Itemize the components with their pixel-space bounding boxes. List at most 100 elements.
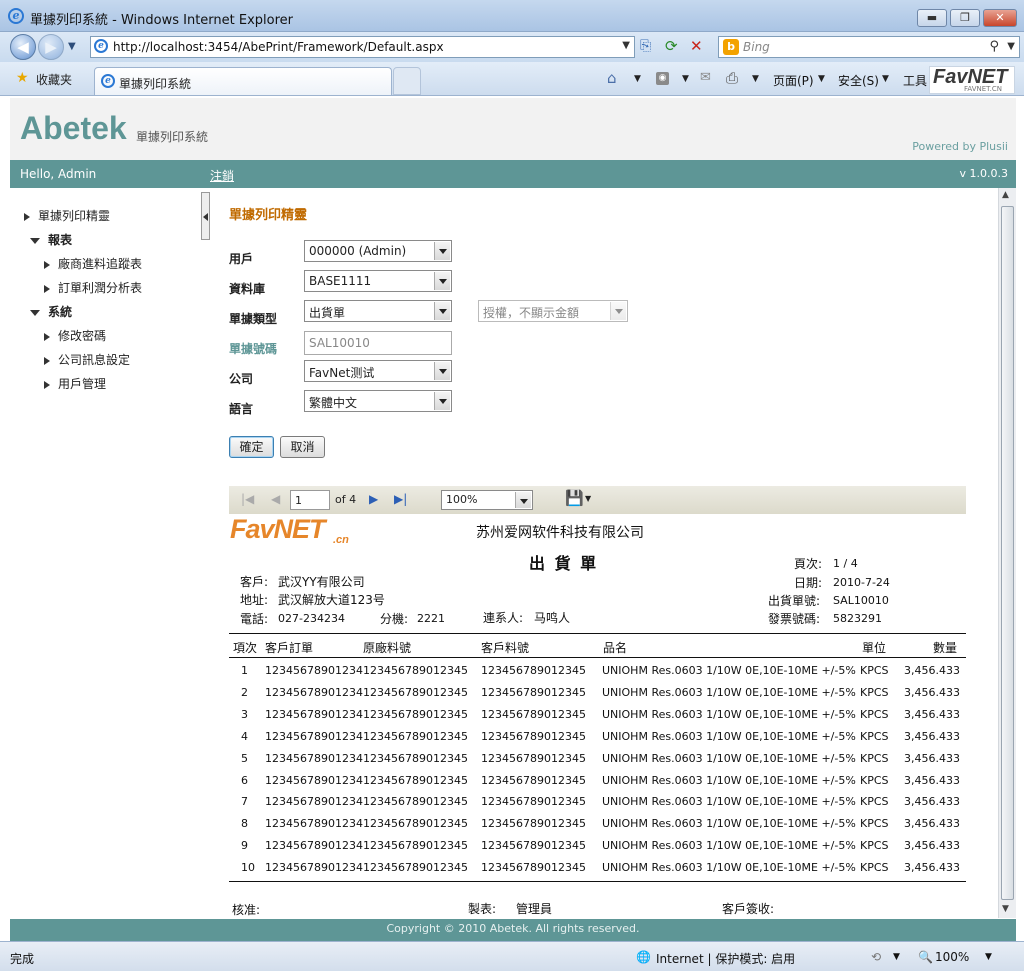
collapse-sidebar-icon	[203, 213, 208, 221]
table-cell: 12345678901234	[265, 839, 363, 853]
history-dropdown-icon[interactable]: ▼	[68, 41, 76, 52]
doc-type-select[interactable]: 出貨單	[304, 300, 452, 322]
export-dropdown-icon[interactable]: ▼	[585, 494, 591, 503]
sidebar-item-reports[interactable]: 報表	[30, 231, 72, 248]
sidebar-item-company-settings[interactable]: 公司訊息設定	[44, 351, 130, 368]
expand-icon	[44, 380, 50, 389]
table-cell: 5	[241, 751, 248, 765]
doc-number-input[interactable]: SAL10010	[304, 331, 452, 355]
page-title: 單據列印精靈	[229, 208, 308, 223]
table-cell: UNIOHM Res.0603 1/10W 0E,10E-10ME +/-5%	[602, 685, 856, 699]
prev-page-icon[interactable]: ◀	[271, 492, 280, 506]
page-menu-dropdown-icon[interactable]: ▼	[818, 74, 825, 84]
table-cell: 2	[241, 685, 248, 699]
ok-button[interactable]: 確定	[229, 436, 274, 458]
report-toolbar: |◀ ◀ 1 of 4 ▶ ▶| 100% 💾 ▼	[229, 486, 966, 514]
forward-icon[interactable]: ▶	[38, 34, 64, 60]
app-logo: Abetek	[20, 110, 127, 146]
page-scrollbar[interactable]: ▲ ▼	[998, 188, 1016, 918]
table-cell: 123456789012345	[481, 773, 586, 787]
table-cell: 10	[241, 861, 255, 875]
protected-mode-icon[interactable]: ⟲	[871, 950, 881, 964]
sidebar-item-vendor-tracking[interactable]: 廠商進料追蹤表	[44, 255, 142, 272]
zoom-select[interactable]: 100%	[441, 490, 533, 510]
scroll-thumb[interactable]	[1001, 206, 1014, 900]
address-input[interactable]: e http://localhost:3454/AbePrint/Framewo…	[90, 36, 635, 58]
col-header-product: 品名	[603, 641, 628, 655]
table-cell: KPCS	[860, 795, 889, 809]
favorites-button[interactable]: 收藏夹	[36, 71, 72, 88]
ship-no-label: 出貨單號:	[768, 594, 821, 608]
rss-dropdown-icon[interactable]: ▼	[682, 74, 689, 84]
globe-icon: 🌐	[636, 950, 651, 964]
table-cell: 12345678901234	[265, 729, 363, 743]
minimize-button[interactable]: ▬	[917, 9, 947, 27]
compat-view-icon[interactable]: ⎘	[640, 38, 651, 54]
star-icon: ★	[16, 70, 29, 86]
rss-icon[interactable]: ◉	[656, 72, 669, 85]
close-window-button[interactable]: ✕	[983, 9, 1017, 27]
protected-dropdown-icon[interactable]: ▼	[893, 952, 900, 962]
logout-link[interactable]: 注銷	[210, 167, 234, 184]
browser-tab[interactable]: e 單據列印系統	[94, 67, 392, 95]
refresh-icon[interactable]: ⟳	[665, 37, 678, 55]
database-select[interactable]: BASE1111	[304, 270, 452, 292]
company-label: 公司	[229, 372, 254, 386]
tools-menu[interactable]: 工具	[903, 72, 927, 89]
report-brand-logo: FavNET .cn	[230, 514, 349, 548]
table-cell: 12345678901234	[265, 817, 363, 831]
invoice-value: 5823291	[833, 612, 882, 625]
page-number-input[interactable]: 1	[290, 490, 330, 510]
auth-select[interactable]: 授權，不顯示金額	[478, 300, 628, 322]
user-strip: Hello, Admin 注銷 v 1.0.0.3	[10, 160, 1016, 188]
print-dropdown-icon[interactable]: ▼	[752, 74, 759, 84]
database-label: 資料庫	[229, 282, 266, 296]
table-cell: 12345678901234	[265, 664, 363, 677]
scroll-up-icon[interactable]: ▲	[1002, 190, 1009, 200]
maximize-button[interactable]: ❐	[950, 9, 980, 27]
report-brand-suffix: .cn	[333, 534, 349, 546]
table-cell: 3,456.433	[904, 751, 960, 765]
expand-icon	[44, 284, 50, 293]
search-input[interactable]: b Bing ⚲ ▼	[718, 36, 1020, 58]
sidebar-item-system[interactable]: 系統	[30, 303, 72, 320]
back-icon[interactable]: ◀	[10, 34, 36, 60]
last-page-icon[interactable]: ▶|	[394, 492, 407, 506]
new-tab-button[interactable]	[393, 67, 421, 95]
user-select[interactable]: 000000 (Admin)	[304, 240, 452, 262]
company-select[interactable]: FavNet测试	[304, 360, 452, 382]
security-zone[interactable]: Internet | 保护模式: 启用	[656, 950, 795, 967]
next-page-icon[interactable]: ▶	[369, 492, 378, 506]
mail-icon[interactable]: ✉	[700, 70, 711, 85]
home-dropdown-icon[interactable]: ▼	[634, 74, 641, 84]
first-page-icon[interactable]: |◀	[241, 492, 254, 506]
page-menu[interactable]: 页面(P)	[773, 72, 814, 89]
safety-menu[interactable]: 安全(S)	[838, 72, 879, 89]
window-titlebar: e 單據列印系統 - Windows Internet Explorer ▬ ❐…	[0, 0, 1024, 32]
report-company: 苏州爱网软件科技有限公司	[476, 525, 644, 541]
scroll-down-icon[interactable]: ▼	[1002, 904, 1009, 914]
search-dropdown-icon[interactable]: ▼	[1007, 41, 1015, 52]
sidebar-item-change-password[interactable]: 修改密碼	[44, 327, 106, 344]
stop-icon[interactable]: ✕	[690, 37, 703, 55]
search-icon[interactable]: ⚲	[989, 39, 999, 54]
print-icon[interactable]: ⎙	[726, 69, 738, 87]
sidebar-splitter[interactable]	[201, 192, 210, 240]
expand-icon	[44, 332, 50, 341]
address-dropdown-icon[interactable]: ▼	[622, 40, 630, 51]
sidebar-item-user-management[interactable]: 用戶管理	[44, 375, 106, 392]
language-select[interactable]: 繁體中文	[304, 390, 452, 412]
chevron-down-icon	[434, 302, 450, 320]
expand-icon	[24, 212, 30, 221]
sidebar-item-order-profit[interactable]: 訂單利潤分析表	[44, 279, 142, 296]
zoom-level[interactable]: 100%	[935, 950, 969, 964]
table-cell: 123456789012345	[481, 751, 586, 765]
sidebar-item-print-wizard[interactable]: 單據列印精靈	[24, 207, 110, 224]
page-label: 頁次:	[794, 557, 823, 571]
export-icon[interactable]: 💾	[565, 489, 584, 507]
safety-menu-dropdown-icon[interactable]: ▼	[882, 74, 889, 84]
zoom-dropdown-icon[interactable]: ▼	[985, 952, 992, 962]
cancel-button[interactable]: 取消	[280, 436, 325, 458]
table-cell: 123456789012345	[481, 707, 586, 721]
home-icon[interactable]: ⌂	[607, 69, 617, 87]
